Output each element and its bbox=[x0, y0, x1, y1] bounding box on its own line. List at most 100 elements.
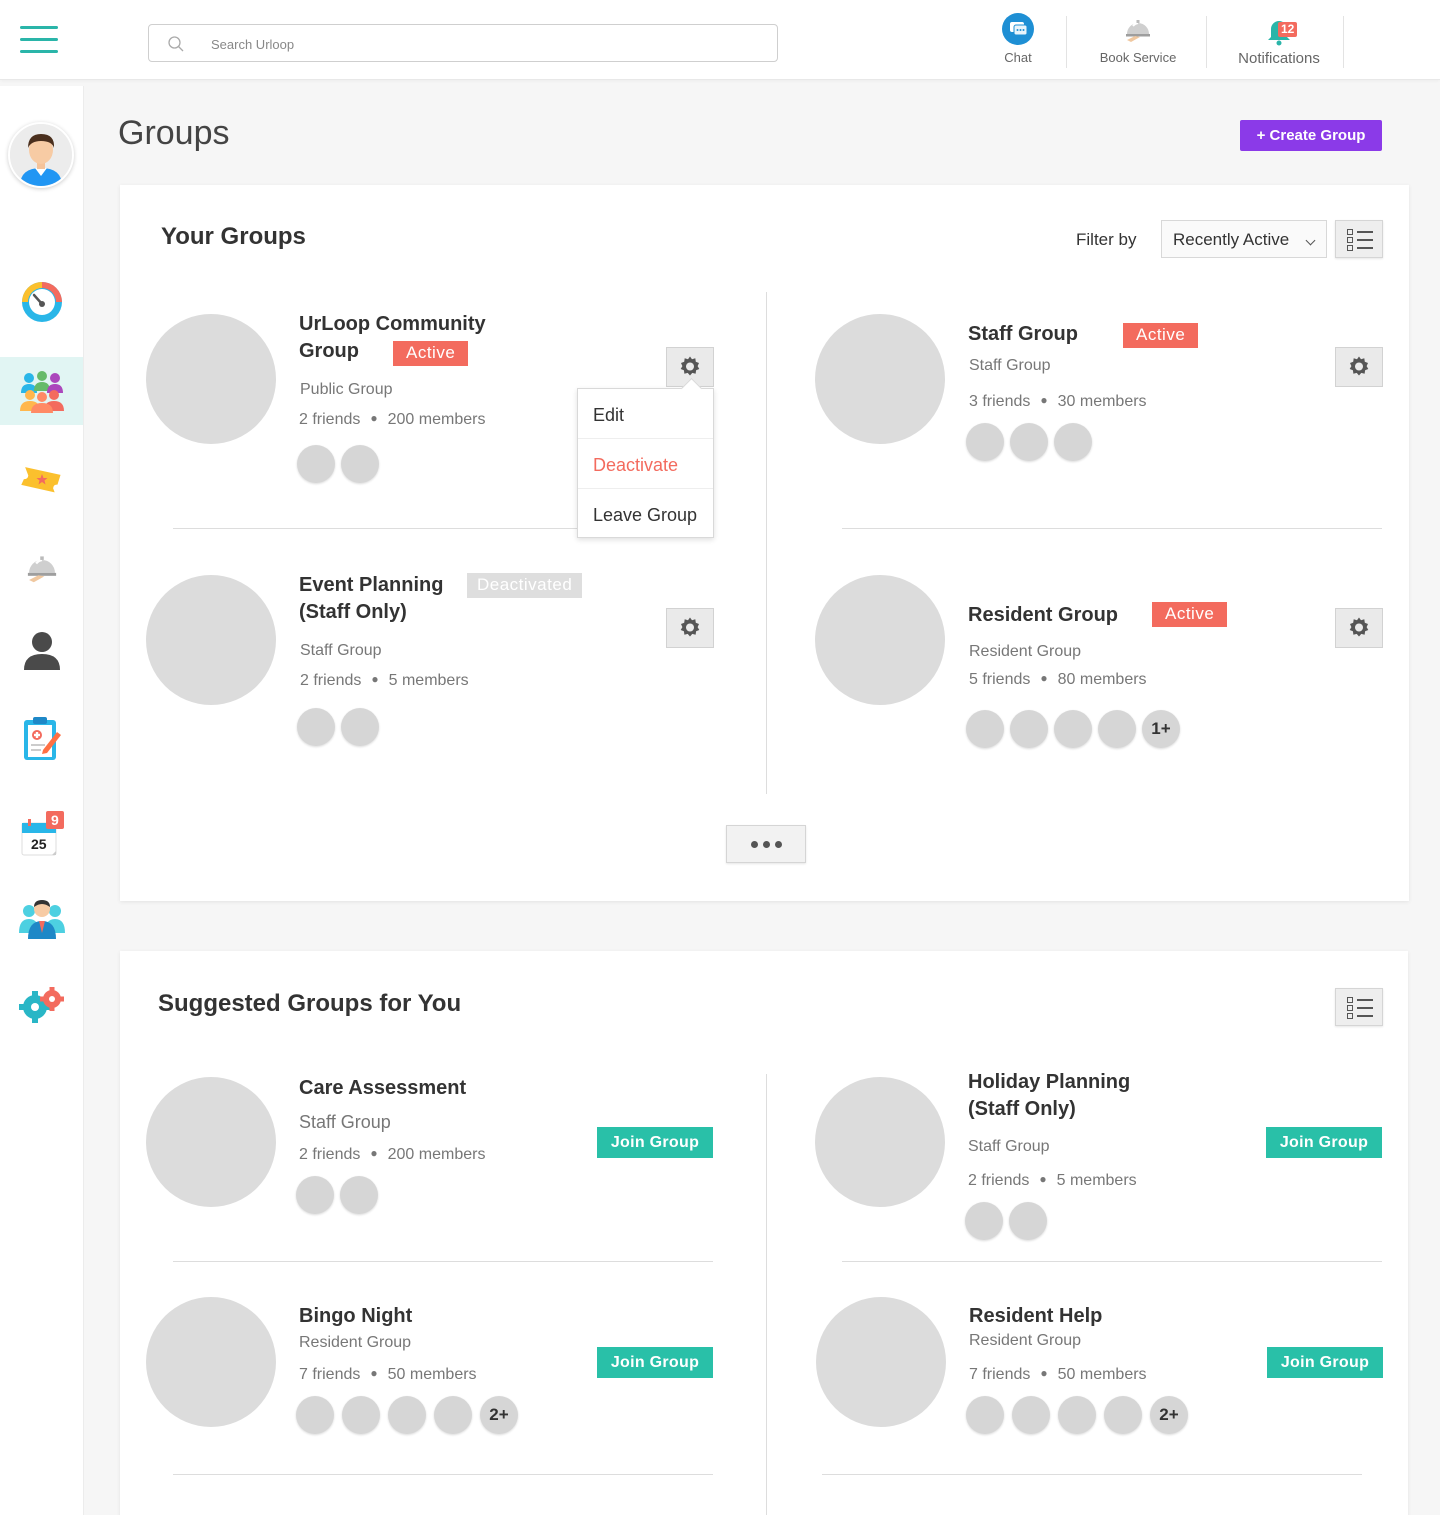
speedometer-icon bbox=[21, 282, 62, 322]
search-input[interactable] bbox=[211, 31, 751, 57]
friend-avatar[interactable] bbox=[297, 445, 335, 483]
friends-count: 7 friends bbox=[299, 1366, 361, 1383]
group-settings-button[interactable] bbox=[1335, 347, 1383, 387]
nav-book-service[interactable]: Book Service bbox=[1094, 12, 1182, 65]
group-type: Staff Group bbox=[968, 1138, 1050, 1155]
friend-avatar[interactable] bbox=[1010, 710, 1048, 748]
show-more-button[interactable] bbox=[726, 825, 806, 863]
friend-avatar[interactable] bbox=[1009, 1202, 1047, 1240]
user-avatar[interactable] bbox=[8, 122, 74, 188]
group-settings-button[interactable] bbox=[1335, 608, 1383, 648]
friend-avatar[interactable] bbox=[966, 423, 1004, 461]
sidebar-item-groups[interactable] bbox=[0, 357, 83, 425]
search-box[interactable] bbox=[148, 24, 778, 62]
group-name[interactable]: Holiday Planning (Staff Only) bbox=[968, 1069, 1130, 1123]
gears-icon bbox=[18, 987, 64, 1023]
group-stats: 5 friends ● 80 members bbox=[969, 671, 1147, 688]
sidebar-item-dashboard[interactable] bbox=[0, 269, 83, 335]
sidebar-item-staff[interactable] bbox=[0, 886, 83, 952]
divider bbox=[1206, 16, 1207, 68]
friend-avatar[interactable] bbox=[296, 1396, 334, 1434]
group-image[interactable] bbox=[815, 314, 945, 444]
menu-item-deactivate[interactable]: Deactivate bbox=[578, 439, 713, 489]
group-name[interactable]: Bingo Night bbox=[299, 1303, 412, 1330]
row-divider bbox=[173, 528, 578, 529]
group-image[interactable] bbox=[146, 314, 276, 444]
sidebar-item-care-plan[interactable] bbox=[0, 705, 83, 771]
groups-icon bbox=[19, 371, 64, 413]
friend-avatar[interactable] bbox=[966, 710, 1004, 748]
join-group-button[interactable]: Join Group bbox=[597, 1347, 713, 1378]
top-bar: Chat Book Service 12 Notifications bbox=[0, 0, 1440, 80]
nav-notifications[interactable]: 12 Notifications bbox=[1232, 12, 1326, 67]
friend-avatar[interactable] bbox=[341, 708, 379, 746]
friend-avatar[interactable] bbox=[434, 1396, 472, 1434]
list-view-toggle[interactable] bbox=[1335, 220, 1383, 258]
notification-count-badge: 12 bbox=[1278, 22, 1298, 37]
group-settings-button[interactable] bbox=[666, 608, 714, 648]
friend-avatar[interactable] bbox=[1098, 710, 1136, 748]
group-name[interactable]: Care Assessment bbox=[299, 1075, 466, 1102]
more-friends-count[interactable]: 2+ bbox=[480, 1396, 518, 1434]
more-friends-count[interactable]: 1+ bbox=[1142, 710, 1180, 748]
group-image[interactable] bbox=[815, 1077, 945, 1207]
members-count: 5 members bbox=[388, 672, 469, 689]
friend-avatar[interactable] bbox=[1104, 1396, 1142, 1434]
join-group-button[interactable]: Join Group bbox=[1266, 1127, 1382, 1158]
group-name[interactable]: Resident Help bbox=[969, 1303, 1102, 1330]
sidebar-item-calendar[interactable]: 9 25 bbox=[0, 802, 83, 868]
sidebar-item-profile[interactable] bbox=[0, 618, 83, 684]
filter-value: Recently Active bbox=[1173, 230, 1290, 249]
group-image[interactable] bbox=[146, 1077, 276, 1207]
row-divider bbox=[173, 1261, 713, 1262]
group-image[interactable] bbox=[815, 575, 945, 705]
members-count: 50 members bbox=[387, 1366, 477, 1383]
list-view-toggle[interactable] bbox=[1335, 988, 1383, 1026]
create-group-button[interactable]: + Create Group bbox=[1240, 120, 1382, 151]
friend-avatar[interactable] bbox=[1010, 423, 1048, 461]
sidebar-item-services[interactable] bbox=[0, 534, 83, 600]
group-image[interactable] bbox=[146, 1297, 276, 1427]
status-badge: Active bbox=[1152, 602, 1228, 627]
group-stats: 3 friends ● 30 members bbox=[969, 393, 1147, 410]
nav-chat[interactable]: Chat bbox=[996, 12, 1040, 65]
friend-avatar[interactable] bbox=[1054, 423, 1092, 461]
friends-count: 5 friends bbox=[969, 671, 1031, 688]
column-divider bbox=[766, 292, 767, 794]
friend-avatar[interactable] bbox=[388, 1396, 426, 1434]
more-friends-count[interactable]: 2+ bbox=[1150, 1396, 1188, 1434]
friend-avatar[interactable] bbox=[966, 1396, 1004, 1434]
group-image[interactable] bbox=[816, 1297, 946, 1427]
friend-avatar[interactable] bbox=[1058, 1396, 1096, 1434]
friend-avatar[interactable] bbox=[341, 445, 379, 483]
friend-avatars: 1+ bbox=[966, 710, 1180, 748]
members-count: 200 members bbox=[387, 411, 486, 428]
menu-item-edit[interactable]: Edit bbox=[578, 389, 713, 439]
friend-avatars: 2+ bbox=[966, 1396, 1188, 1434]
status-badge: Active bbox=[393, 341, 469, 366]
gear-icon bbox=[1349, 356, 1369, 376]
friend-avatar[interactable] bbox=[296, 1176, 334, 1214]
filter-select[interactable]: Recently Active bbox=[1161, 220, 1327, 258]
service-bell-icon bbox=[1126, 20, 1150, 42]
join-group-button[interactable]: Join Group bbox=[597, 1127, 713, 1158]
friend-avatar[interactable] bbox=[965, 1202, 1003, 1240]
friend-avatar[interactable] bbox=[1012, 1396, 1050, 1434]
nav-notifications-label: Notifications bbox=[1238, 50, 1320, 67]
friend-avatar[interactable] bbox=[340, 1176, 378, 1214]
friend-avatar[interactable] bbox=[297, 708, 335, 746]
group-name[interactable]: Event Planning (Staff Only) bbox=[299, 572, 443, 626]
sidebar-item-settings[interactable] bbox=[0, 972, 83, 1038]
row-divider bbox=[822, 1474, 1362, 1475]
group-name[interactable]: Staff Group bbox=[968, 321, 1078, 348]
sidebar-item-tickets[interactable] bbox=[0, 446, 83, 512]
group-stats: 7 friends ● 50 members bbox=[969, 1366, 1147, 1383]
menu-item-leave-group[interactable]: Leave Group bbox=[578, 489, 713, 539]
group-image[interactable] bbox=[146, 575, 276, 705]
friend-avatar[interactable] bbox=[1054, 710, 1092, 748]
hamburger-menu-icon[interactable] bbox=[20, 26, 60, 56]
group-name[interactable]: Resident Group bbox=[968, 602, 1118, 629]
group-stats: 2 friends ● 200 members bbox=[299, 411, 486, 428]
join-group-button[interactable]: Join Group bbox=[1267, 1347, 1383, 1378]
friend-avatar[interactable] bbox=[342, 1396, 380, 1434]
